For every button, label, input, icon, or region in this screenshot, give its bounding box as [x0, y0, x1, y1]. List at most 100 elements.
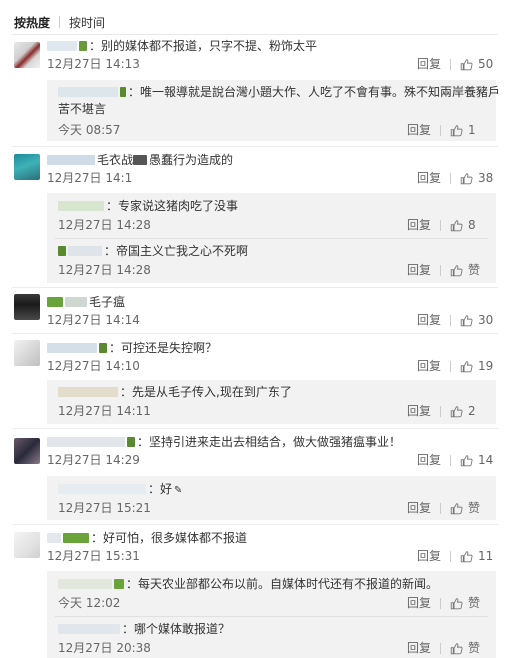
reply-button[interactable]: 回复: [407, 216, 431, 234]
reply-button[interactable]: 回复: [407, 121, 431, 139]
reply-button[interactable]: 回复: [407, 499, 431, 517]
comment-time: 12月27日 14:10: [47, 359, 140, 373]
like-count: 8: [468, 218, 476, 232]
comment-text: 愚蠢行为造成的: [149, 153, 234, 167]
comment-text: ：好可怕，很多媒体都不报道: [91, 531, 248, 545]
like-button[interactable]: 11: [460, 547, 496, 565]
avatar[interactable]: [14, 532, 40, 558]
username-redacted[interactable]: [120, 87, 126, 97]
username-redacted[interactable]: [47, 41, 77, 51]
reply-text: ：唯一報導就是說台灣小題大作、人吃了不會有事。殊不知兩岸養豬戶: [128, 85, 501, 99]
username-redacted[interactable]: [68, 246, 102, 256]
like-button[interactable]: 赞: [450, 261, 486, 279]
comment-divider: [12, 428, 498, 429]
username-redacted[interactable]: [58, 624, 120, 634]
avatar[interactable]: [14, 42, 40, 68]
comment-text: ：可控还是失控啊？: [109, 341, 218, 355]
comment-divider: [12, 524, 498, 525]
username-redacted[interactable]: [58, 579, 112, 589]
like-count: 50: [478, 57, 494, 71]
like-count: 38: [478, 171, 494, 185]
tab-by-hotness[interactable]: 按热度: [14, 14, 50, 31]
like-button[interactable]: 赞: [450, 594, 486, 612]
reply-button[interactable]: 回复: [407, 402, 431, 420]
reply-text-continued: 苦不堪言: [58, 102, 107, 116]
reply-time: 今天 08:57: [58, 123, 121, 137]
action-divider: [450, 314, 451, 326]
reply-button[interactable]: 回复: [407, 261, 431, 279]
like-button[interactable]: 赞: [450, 499, 486, 517]
sort-tabs: 按热度 按时间: [14, 12, 105, 32]
username-redacted[interactable]: [114, 579, 124, 589]
username-redacted[interactable]: [58, 87, 118, 97]
username-redacted[interactable]: [47, 533, 61, 543]
reply-button[interactable]: 回复: [417, 547, 441, 565]
comment-2: 毛衣战 愚蠢行为造成的 12月27日 14:1 回复 38: [47, 152, 496, 187]
reply-button[interactable]: 回复: [407, 594, 431, 612]
like-button[interactable]: 19: [460, 357, 496, 375]
thumbs-up-icon: [450, 124, 463, 136]
action-divider: [450, 360, 451, 372]
username-redacted[interactable]: [47, 297, 63, 307]
comment-divider: [12, 287, 498, 288]
reply-time: 12月27日 14:11: [58, 404, 151, 418]
username-redacted[interactable]: [58, 246, 66, 256]
action-divider: [450, 172, 451, 184]
like-button[interactable]: 50: [460, 55, 496, 73]
thumbs-up-icon: [450, 597, 463, 609]
comment-time: 12月27日 14:29: [47, 453, 140, 467]
tab-by-time[interactable]: 按时间: [69, 14, 105, 31]
like-button[interactable]: 14: [460, 451, 496, 469]
username-redacted[interactable]: [58, 484, 146, 494]
reply-button[interactable]: 回复: [417, 55, 441, 73]
comment-text: ：坚持引进来走出去相结合，做大做强猪瘟事业！: [137, 435, 402, 449]
header-divider: [12, 34, 498, 35]
username-redacted[interactable]: [127, 437, 135, 447]
avatar[interactable]: [14, 340, 40, 366]
username-redacted[interactable]: [63, 533, 89, 543]
reply-time: 今天 12:02: [58, 596, 121, 610]
username-redacted[interactable]: [47, 155, 95, 165]
like-button[interactable]: 2: [450, 402, 486, 420]
username-redacted[interactable]: [47, 343, 97, 353]
reply-time: 12月27日 14:28: [58, 218, 151, 232]
username-redacted[interactable]: [58, 201, 104, 211]
like-count: 11: [478, 549, 494, 563]
action-divider: [440, 405, 441, 417]
comment-time: 12月27日 15:31: [47, 549, 140, 563]
reply-button[interactable]: 回复: [417, 169, 441, 187]
username-redacted[interactable]: [47, 437, 125, 447]
like-count: 30: [478, 313, 494, 327]
username-redacted[interactable]: [79, 41, 87, 51]
like-count: 14: [478, 453, 494, 467]
reply-button[interactable]: 回复: [417, 311, 441, 329]
like-button[interactable]: 赞: [450, 639, 486, 657]
like-button[interactable]: 8: [450, 216, 486, 234]
reply-button[interactable]: 回复: [407, 639, 431, 657]
tab-divider: [59, 16, 61, 28]
thumbs-up-icon: [450, 405, 463, 417]
thumbs-up-icon: [460, 58, 473, 70]
avatar[interactable]: [14, 438, 40, 464]
reply-box: ：每天农业部都公布以前。自媒体时代还有不报道的新闻。 今天 12:02 回复 赞…: [47, 571, 496, 658]
like-button[interactable]: 1: [450, 121, 486, 139]
reply-text: ：帝国主义亡我之心不死啊: [104, 244, 249, 258]
thumbs-up-icon: [460, 454, 473, 466]
action-divider: [450, 58, 451, 70]
like-count: 赞: [468, 641, 481, 655]
reply-button[interactable]: 回复: [417, 451, 441, 469]
like-button[interactable]: 38: [460, 169, 496, 187]
username-redacted[interactable]: [58, 387, 118, 397]
avatar[interactable]: [14, 154, 40, 180]
thumbs-up-icon: [450, 502, 463, 514]
reply-time: 12月27日 15:21: [58, 501, 151, 515]
like-count: 赞: [468, 263, 481, 277]
reply-button[interactable]: 回复: [417, 357, 441, 375]
avatar[interactable]: [14, 294, 40, 320]
like-button[interactable]: 30: [460, 311, 496, 329]
reply-text: ：专家说这猪肉吃了没事: [106, 199, 239, 213]
like-count: 1: [468, 123, 476, 137]
username-redacted[interactable]: [65, 297, 87, 307]
reply-item: ：每天农业部都公布以前。自媒体时代还有不报道的新闻。 今天 12:02 回复 赞: [58, 576, 486, 612]
username-redacted[interactable]: [99, 343, 107, 353]
